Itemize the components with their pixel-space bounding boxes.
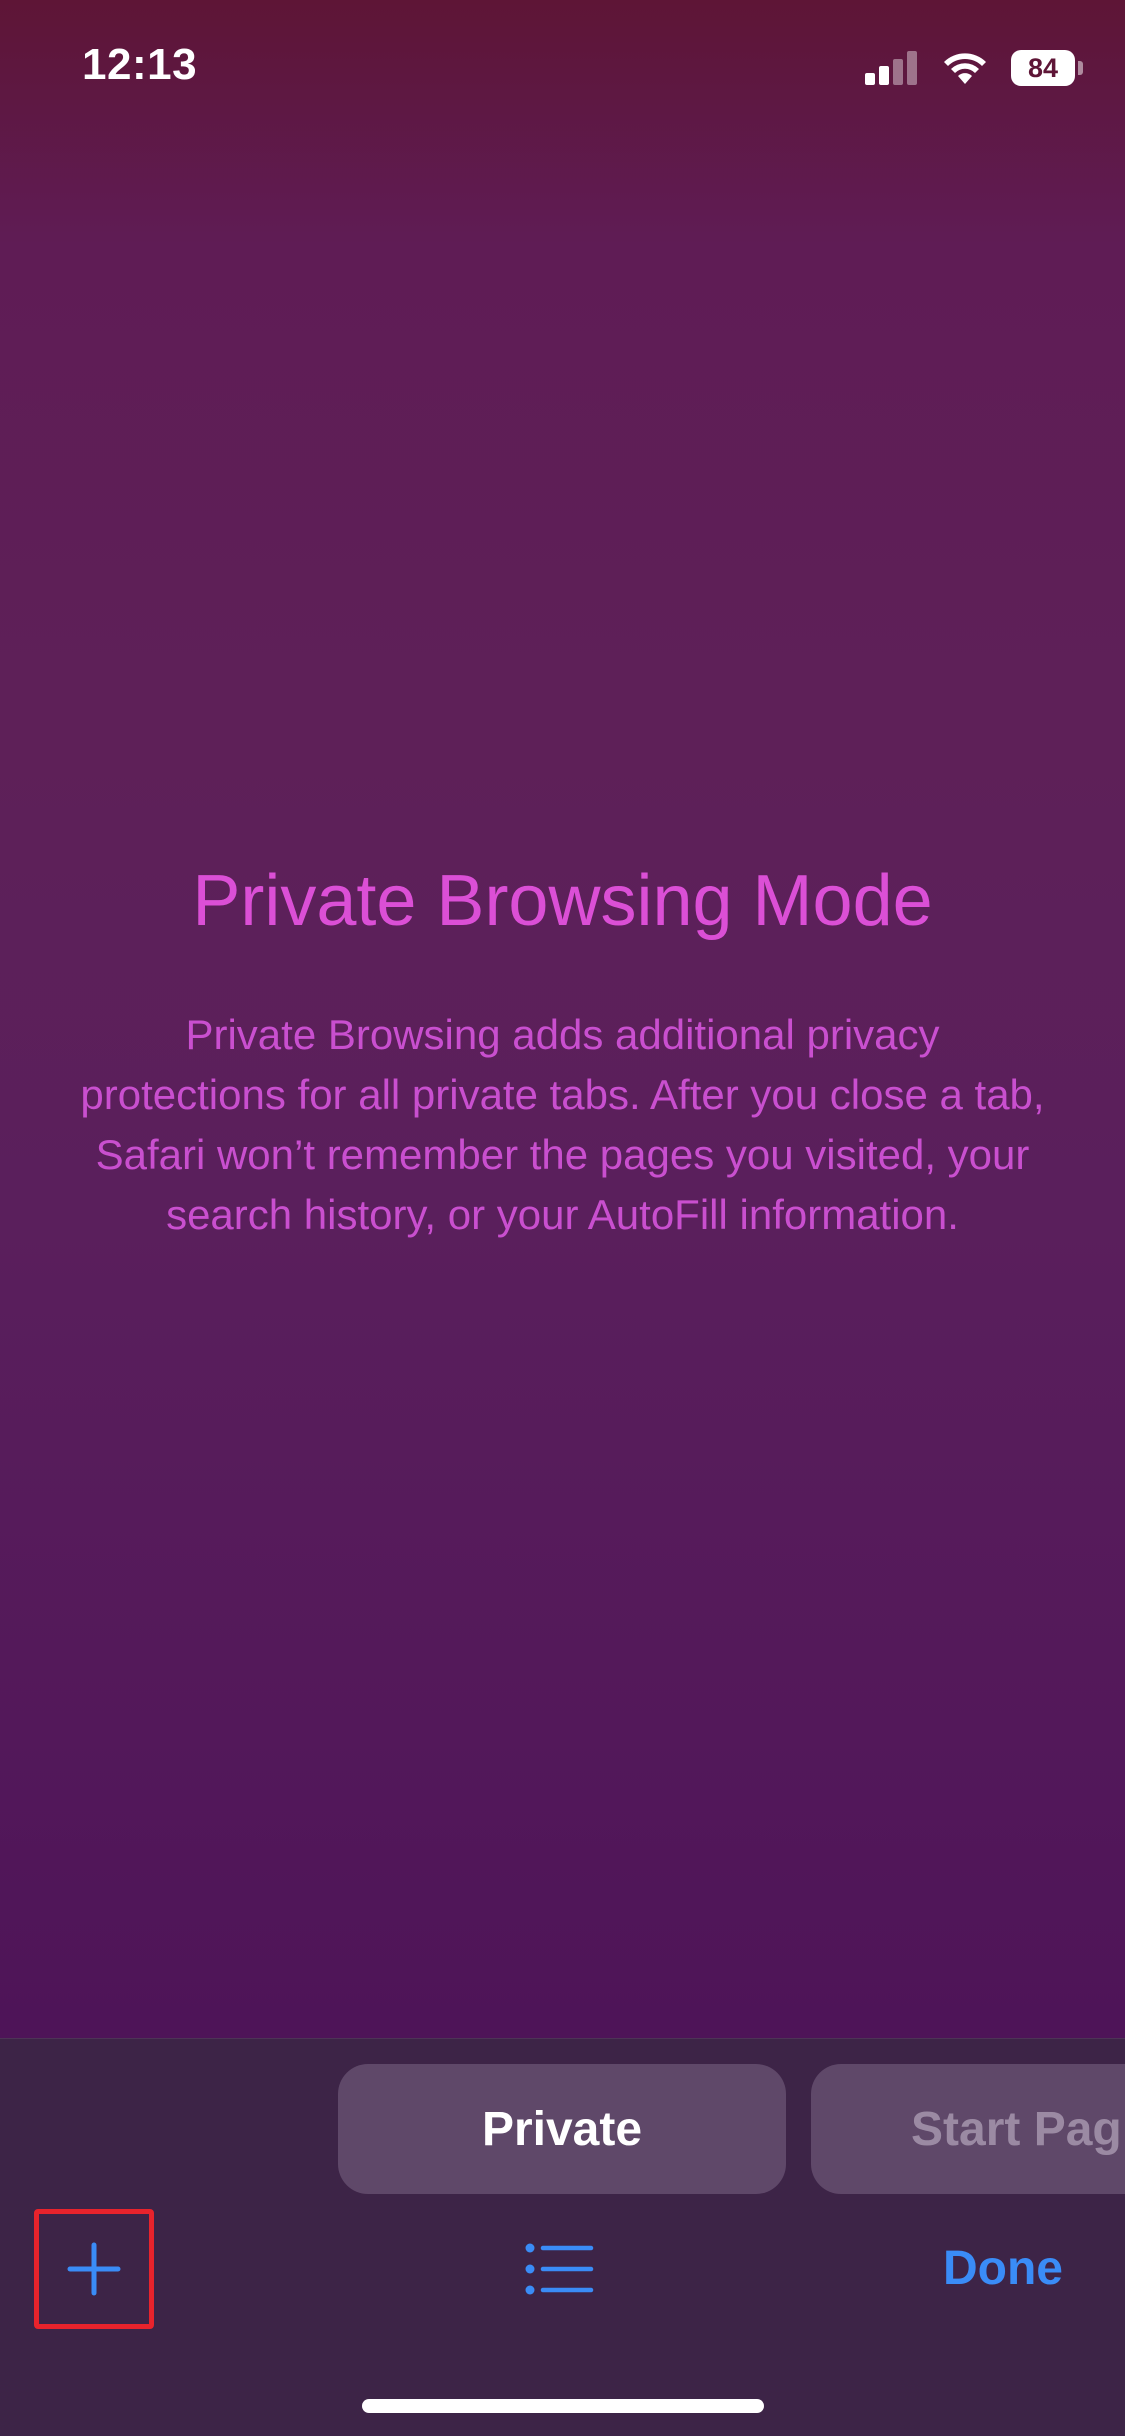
cellular-signal-icon bbox=[865, 51, 917, 85]
list-icon bbox=[525, 2243, 594, 2295]
plus-icon bbox=[67, 2242, 121, 2296]
tab-group-private-label: Private bbox=[481, 2102, 643, 2156]
status-time: 12:13 bbox=[82, 40, 198, 89]
private-browsing-title: Private Browsing Mode bbox=[192, 861, 933, 941]
safari-private-tab-overview: 12:13 84 Private Browsing Mode Private B… bbox=[0, 0, 1125, 2436]
private-browsing-description: Private Browsing adds additional privacy… bbox=[80, 1010, 1045, 1238]
tab-group-start-page[interactable]: Start Pag bbox=[811, 2064, 1125, 2194]
battery-level: 84 bbox=[1027, 52, 1059, 83]
wifi-icon bbox=[944, 53, 986, 84]
status-bar: 12:13 84 bbox=[0, 0, 1125, 140]
tab-list-button[interactable] bbox=[520, 2237, 600, 2301]
home-indicator[interactable] bbox=[362, 2399, 764, 2413]
tab-group-private[interactable]: Private bbox=[338, 2064, 786, 2194]
tab-group-start-page-label: Start Pag bbox=[911, 2102, 1122, 2156]
battery-icon: 84 bbox=[1011, 50, 1083, 86]
private-content-area: 12:13 84 Private Browsing Mode Private B… bbox=[0, 0, 1125, 2038]
status-icons: 84 bbox=[865, 50, 1083, 86]
new-tab-button[interactable] bbox=[34, 2209, 154, 2329]
tab-overview-toolbar: Private Start Pag Done bbox=[0, 2038, 1125, 2436]
private-browsing-message: Private Browsing Mode Private Browsing a… bbox=[80, 860, 1045, 1245]
done-button[interactable]: Done bbox=[943, 2237, 1063, 2301]
